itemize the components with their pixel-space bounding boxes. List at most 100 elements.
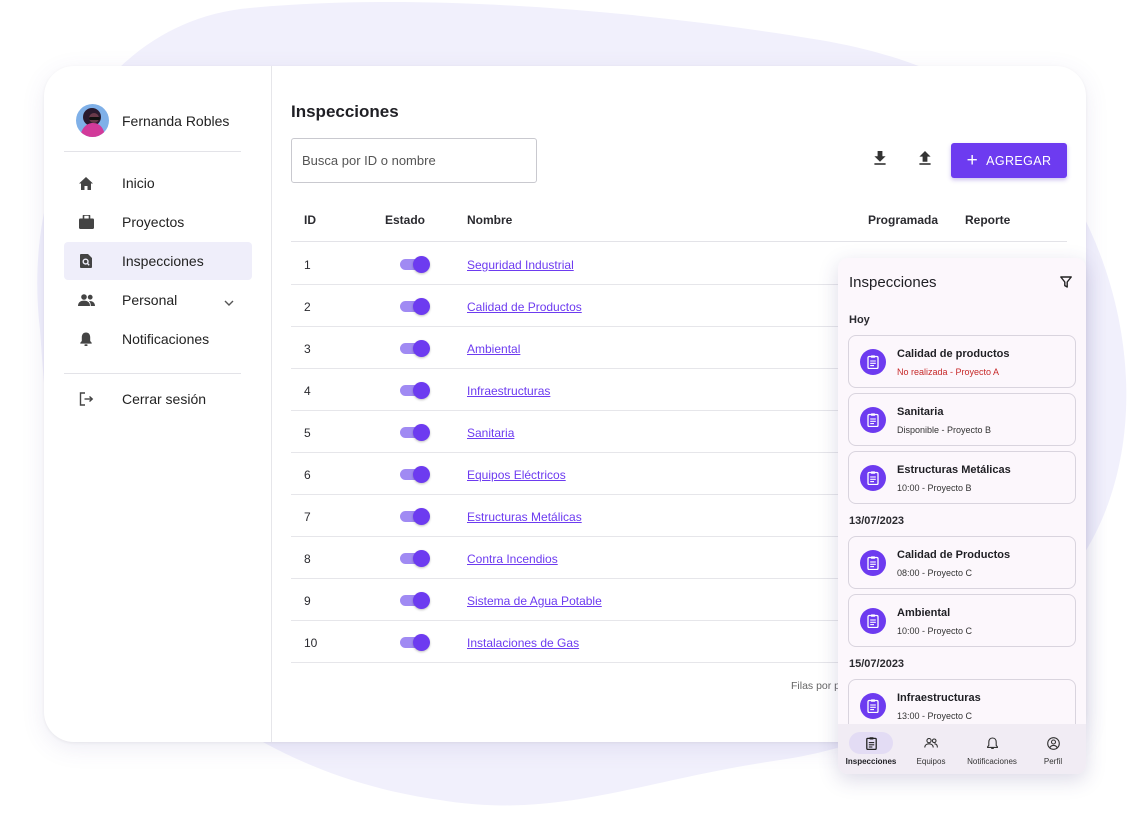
people-icon [909, 732, 953, 754]
status-toggle[interactable] [400, 634, 430, 651]
add-button[interactable]: + AGREGAR [951, 143, 1067, 178]
clipboard-icon [849, 732, 893, 754]
status-toggle[interactable] [400, 298, 430, 315]
card-subtitle: 13:00 - Proyecto C [897, 711, 973, 721]
sidebar-item-label: Inicio [122, 175, 155, 191]
search-input[interactable] [291, 138, 537, 183]
row-id: 2 [304, 300, 311, 314]
status-toggle[interactable] [400, 508, 430, 525]
column-header-estado[interactable]: Estado [385, 213, 425, 227]
user-profile[interactable]: Fernanda Robles [76, 104, 229, 137]
row-id: 5 [304, 426, 311, 440]
user-name: Fernanda Robles [122, 112, 230, 129]
sidebar: Fernanda Robles Inicio Proyectos Inspecc… [44, 66, 272, 742]
card-title: Calidad de productos [897, 348, 1010, 360]
upload-icon [919, 150, 931, 170]
status-toggle[interactable] [400, 424, 430, 441]
status-toggle[interactable] [400, 256, 430, 273]
bottom-nav-inspecciones[interactable]: Inspecciones [840, 724, 902, 774]
section-label: 13/07/2023 [849, 515, 905, 527]
inspection-link[interactable]: Sanitaria [467, 426, 514, 440]
inspection-card[interactable]: Sanitaria Disponible - Proyecto B [848, 393, 1076, 446]
card-subtitle: 10:00 - Proyecto C [897, 626, 973, 636]
sidebar-item-notificaciones[interactable]: Notificaciones [64, 320, 252, 358]
inspection-link[interactable]: Seguridad Industrial [467, 258, 574, 272]
sidebar-item-label: Proyectos [122, 214, 185, 230]
inspection-link[interactable]: Ambiental [467, 342, 520, 356]
row-id: 10 [304, 636, 318, 650]
inspection-search-icon [64, 254, 108, 268]
card-subtitle: 10:00 - Proyecto B [897, 483, 972, 493]
download-button[interactable] [868, 148, 892, 172]
sidebar-item-label: Personal [122, 292, 178, 308]
bottom-nav-equipos[interactable]: Equipos [900, 724, 962, 774]
profile-icon [1031, 732, 1075, 754]
inspection-card[interactable]: Calidad de Productos 08:00 - Proyecto C [848, 536, 1076, 589]
bell-outline-icon [970, 732, 1014, 754]
inspection-card[interactable]: Ambiental 10:00 - Proyecto C [848, 594, 1076, 647]
plus-icon: + [966, 150, 979, 171]
row-id: 7 [304, 510, 311, 524]
download-icon [874, 150, 886, 170]
inspection-link[interactable]: Instalaciones de Gas [467, 636, 579, 650]
logout-button[interactable]: Cerrar sesión [64, 380, 252, 418]
card-title: Ambiental [897, 607, 951, 619]
bottom-nav-notificaciones[interactable]: Notificaciones [961, 724, 1023, 774]
inspection-card[interactable]: Estructuras Metálicas 10:00 - Proyecto B [848, 451, 1076, 504]
sidebar-item-label: Inspecciones [122, 253, 204, 269]
chevron-down-icon[interactable] [224, 293, 234, 311]
inspection-link[interactable]: Contra Incendios [467, 552, 558, 566]
card-title: Estructuras Metálicas [897, 464, 1011, 476]
card-title: Infraestructuras [897, 692, 981, 704]
column-header-nombre[interactable]: Nombre [467, 213, 512, 227]
inspection-link[interactable]: Calidad de Productos [467, 300, 582, 314]
sidebar-item-inicio[interactable]: Inicio [64, 164, 252, 202]
section-label: 15/07/2023 [849, 658, 905, 670]
bottom-nav-perfil[interactable]: Perfil [1022, 724, 1084, 774]
sidebar-item-inspecciones[interactable]: Inspecciones [64, 242, 252, 280]
home-icon [64, 176, 108, 190]
logout-icon [64, 392, 108, 406]
page-title: Inspecciones [291, 102, 399, 121]
inspection-card[interactable]: Calidad de productos No realizada - Proy… [848, 335, 1076, 388]
table-header: ID Estado Nombre Programada Reporte [291, 198, 1067, 242]
inspection-link[interactable]: Infraestructuras [467, 384, 550, 398]
row-id: 1 [304, 258, 311, 272]
bottom-nav-label: Equipos [916, 757, 946, 766]
sidebar-item-label: Notificaciones [122, 331, 210, 347]
bottom-nav-label: Inspecciones [845, 757, 897, 766]
bottom-nav-label: Notificaciones [967, 757, 1017, 766]
stage: Fernanda Robles Inicio Proyectos Inspecc… [0, 0, 1128, 836]
status-toggle[interactable] [400, 550, 430, 567]
row-id: 4 [304, 384, 311, 398]
sidebar-item-personal[interactable]: Personal [64, 281, 252, 319]
clipboard-icon [860, 693, 886, 719]
column-header-programada[interactable]: Programada [868, 213, 938, 227]
mobile-title: Inspecciones [849, 274, 937, 291]
status-toggle[interactable] [400, 466, 430, 483]
clipboard-icon [860, 465, 886, 491]
bottom-nav-label: Perfil [1043, 757, 1063, 766]
inspection-link[interactable]: Equipos Eléctricos [467, 468, 566, 482]
bell-icon [64, 332, 108, 346]
row-id: 6 [304, 468, 311, 482]
filter-icon[interactable] [1060, 275, 1072, 293]
sidebar-divider [64, 373, 241, 374]
status-toggle[interactable] [400, 382, 430, 399]
column-header-id[interactable]: ID [304, 213, 316, 227]
avatar [76, 104, 109, 137]
row-id: 8 [304, 552, 311, 566]
rows-per-page-label: Filas por p [791, 680, 841, 692]
upload-button[interactable] [913, 148, 937, 172]
column-header-reporte[interactable]: Reporte [965, 213, 1010, 227]
sidebar-item-proyectos[interactable]: Proyectos [64, 203, 252, 241]
mobile-panel: Inspecciones Hoy Calidad de productos No… [838, 258, 1086, 774]
status-toggle[interactable] [400, 340, 430, 357]
inspection-link[interactable]: Estructuras Metálicas [467, 510, 582, 524]
row-id: 9 [304, 594, 311, 608]
card-subtitle: Disponible - Proyecto B [897, 425, 992, 435]
sidebar-divider [64, 151, 241, 152]
status-toggle[interactable] [400, 592, 430, 609]
card-subtitle: 08:00 - Proyecto C [897, 568, 973, 578]
inspection-link[interactable]: Sistema de Agua Potable [467, 594, 602, 608]
